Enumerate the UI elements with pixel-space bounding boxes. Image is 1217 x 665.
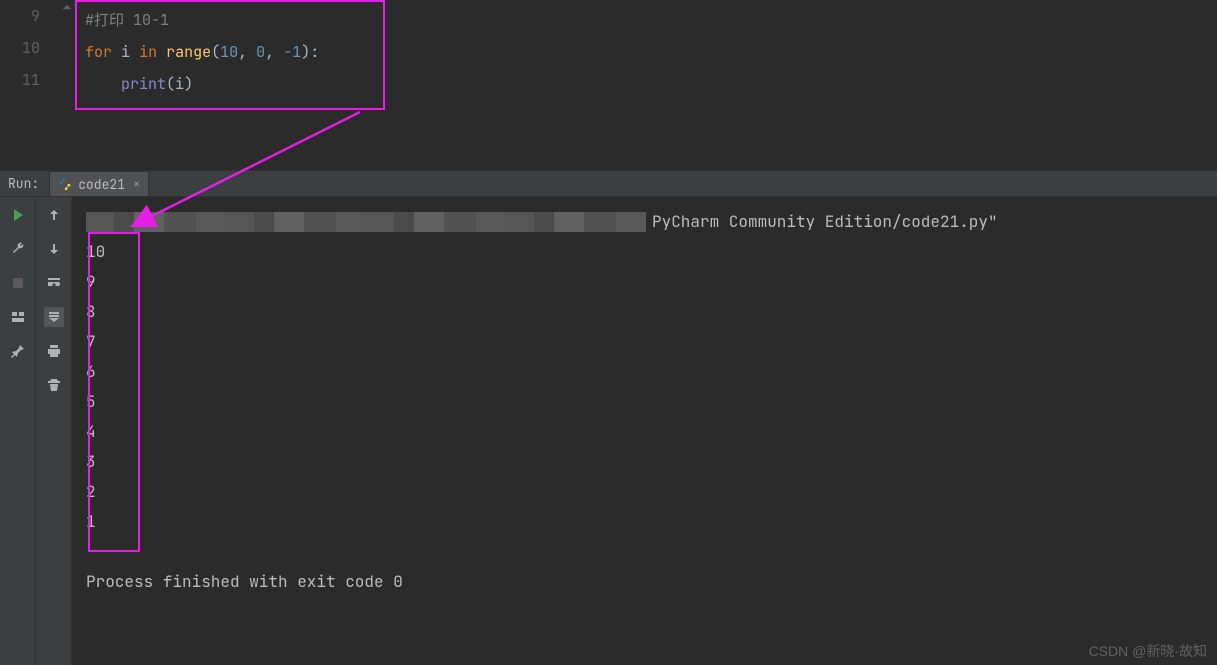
run-button[interactable] — [8, 205, 28, 225]
output-line: 3 — [86, 447, 1203, 477]
run-toolbar-left — [0, 197, 36, 665]
run-tab-label: code21 — [78, 176, 125, 193]
line-number: 9 — [0, 0, 40, 32]
output-highlight-box — [88, 232, 140, 552]
run-tool-window: Run: code21 × PyCharm Community Edition — [0, 170, 1217, 665]
code-line[interactable]: for i in range(10, 0, -1): — [85, 36, 375, 68]
line-number: 11 — [0, 64, 40, 96]
arrow-up-icon[interactable] — [44, 205, 64, 225]
exit-message: Process finished with exit code 0 — [86, 567, 1203, 597]
close-icon[interactable]: × — [133, 176, 140, 192]
fold-icon[interactable] — [60, 4, 74, 18]
print-icon[interactable] — [44, 341, 64, 361]
output-line: 8 — [86, 297, 1203, 327]
output-line: 4 — [86, 417, 1203, 447]
line-gutter: 9 10 11 — [0, 0, 55, 96]
python-icon — [58, 177, 72, 191]
output-line: 6 — [86, 357, 1203, 387]
stop-button[interactable] — [8, 273, 28, 293]
trash-icon[interactable] — [44, 375, 64, 395]
arrow-down-icon[interactable] — [44, 239, 64, 259]
scroll-end-icon[interactable] — [44, 307, 64, 327]
watermark: CSDN @新晓·故知 — [1089, 641, 1207, 661]
editor-area: 9 10 11 #打印 10-1 for i in range(10, 0, -… — [0, 0, 1217, 170]
output-line: 7 — [86, 327, 1203, 357]
console-output[interactable]: PyCharm Community Edition/code21.py" 10 … — [72, 197, 1217, 665]
soft-wrap-icon[interactable] — [44, 273, 64, 293]
output-line: 1 — [86, 507, 1203, 537]
output-line: 9 — [86, 267, 1203, 297]
redacted-path — [86, 212, 646, 232]
run-header: Run: code21 × — [0, 171, 1217, 197]
pin-icon[interactable] — [8, 341, 28, 361]
output-line: 10 — [86, 237, 1203, 267]
run-toolbar-right — [36, 197, 72, 665]
code-highlight-box: #打印 10-1 for i in range(10, 0, -1): prin… — [75, 0, 385, 110]
output-line: 5 — [86, 387, 1203, 417]
run-label: Run: — [0, 175, 49, 192]
layout-icon[interactable] — [8, 307, 28, 327]
run-body: PyCharm Community Edition/code21.py" 10 … — [0, 197, 1217, 665]
code-line[interactable]: print(i) — [85, 68, 375, 100]
line-number: 10 — [0, 32, 40, 64]
wrench-icon[interactable] — [8, 239, 28, 259]
command-line: PyCharm Community Edition/code21.py" — [86, 207, 1203, 237]
run-tab[interactable]: code21 × — [49, 171, 149, 196]
command-tail: PyCharm Community Edition/code21.py" — [652, 207, 998, 237]
code-line[interactable]: #打印 10-1 — [85, 4, 375, 36]
output-line: 2 — [86, 477, 1203, 507]
